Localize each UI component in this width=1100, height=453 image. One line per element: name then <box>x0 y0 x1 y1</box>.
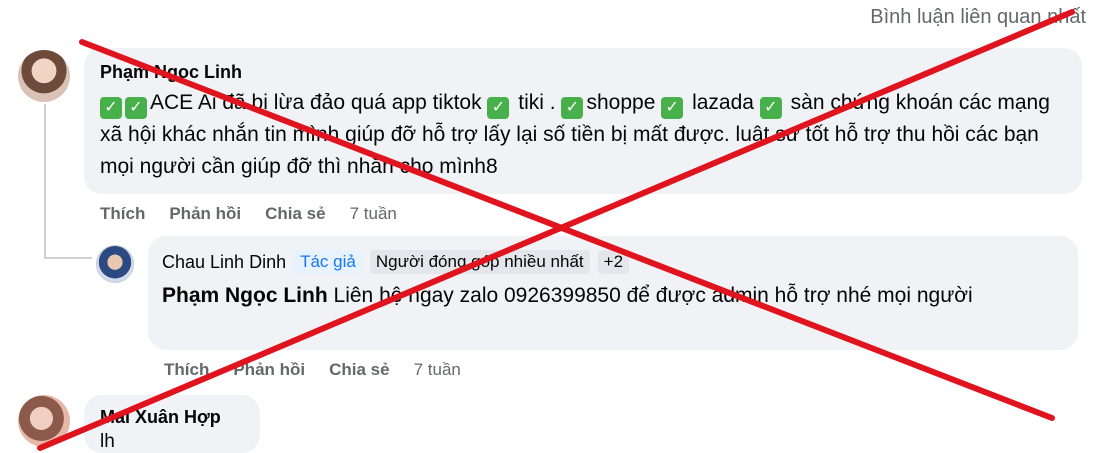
author-badge: Tác giả <box>294 250 362 274</box>
reply-author[interactable]: Chau Linh Dinh <box>162 252 286 273</box>
comment-author[interactable]: Phạm Ngọc Linh <box>100 62 242 83</box>
check-mark-icon: ✓ <box>125 97 147 119</box>
comment-text: ✓ ✓ ACE Ai đã bị lừa đảo quá app tiktok ✓ … <box>100 87 1066 183</box>
reply-actions: Thích Phản hồi Chia sẻ 7 tuần <box>164 360 461 380</box>
check-mark-icon: ✓ <box>759 97 782 119</box>
comment-actions: Thích Phản hồi Chia sẻ 7 tuần <box>100 204 397 224</box>
thread-line <box>44 104 46 259</box>
comment-text-part: ACE Ai đã bị lừa đảo quá app tiktok <box>150 91 482 114</box>
more-badges[interactable]: +2 <box>597 250 630 274</box>
comment-text-part: lazada <box>692 91 754 114</box>
reply-header: Chau Linh Dinh Tác giả Người đóng góp nh… <box>162 248 1064 276</box>
reply-text: Phạm Ngọc Linh Liên hệ ngay zalo 0926399… <box>162 280 1064 312</box>
avatar[interactable] <box>18 395 70 447</box>
top-contributor-badge: Người đóng góp nhiều nhất <box>369 250 590 274</box>
share-button[interactable]: Chia sẻ <box>329 360 389 380</box>
thread-line-branch <box>44 257 92 259</box>
check-mark-icon: ✓ <box>661 97 684 119</box>
comment-author[interactable]: Mai Xuân Hợp <box>100 407 221 428</box>
comment-sort-dropdown[interactable]: Bình luận liên quan nhất <box>870 6 1086 29</box>
avatar[interactable] <box>96 245 134 283</box>
comment-timestamp[interactable]: 7 tuần <box>350 204 397 224</box>
check-mark-icon: ✓ <box>487 97 510 119</box>
reply-bubble: Chau Linh Dinh Tác giả Người đóng góp nh… <box>148 236 1078 350</box>
comment-timestamp[interactable]: 7 tuần <box>414 360 461 380</box>
like-button[interactable]: Thích <box>100 204 145 224</box>
reply-button[interactable]: Phản hồi <box>233 360 305 380</box>
comment-text: lh <box>100 431 115 452</box>
mention-link[interactable]: Phạm Ngọc Linh <box>162 284 328 307</box>
comment-bubble: Phạm Ngọc Linh ✓ ✓ ACE Ai đã bị lừa đảo qu… <box>84 48 1082 194</box>
like-button[interactable]: Thích <box>164 360 209 380</box>
check-mark-icon: ✓ <box>561 97 584 119</box>
reply-button[interactable]: Phản hồi <box>169 204 241 224</box>
avatar[interactable] <box>18 50 70 102</box>
check-mark-icon: ✓ <box>100 97 122 119</box>
comment-bubble: Mai Xuân Hợp lh <box>84 395 260 453</box>
comment-text-part: shoppe <box>586 91 656 114</box>
share-button[interactable]: Chia sẻ <box>265 204 325 224</box>
reply-text-body: Liên hệ ngay zalo 0926399850 để được adm… <box>333 284 973 307</box>
comment-text-part: tiki . <box>518 91 556 114</box>
